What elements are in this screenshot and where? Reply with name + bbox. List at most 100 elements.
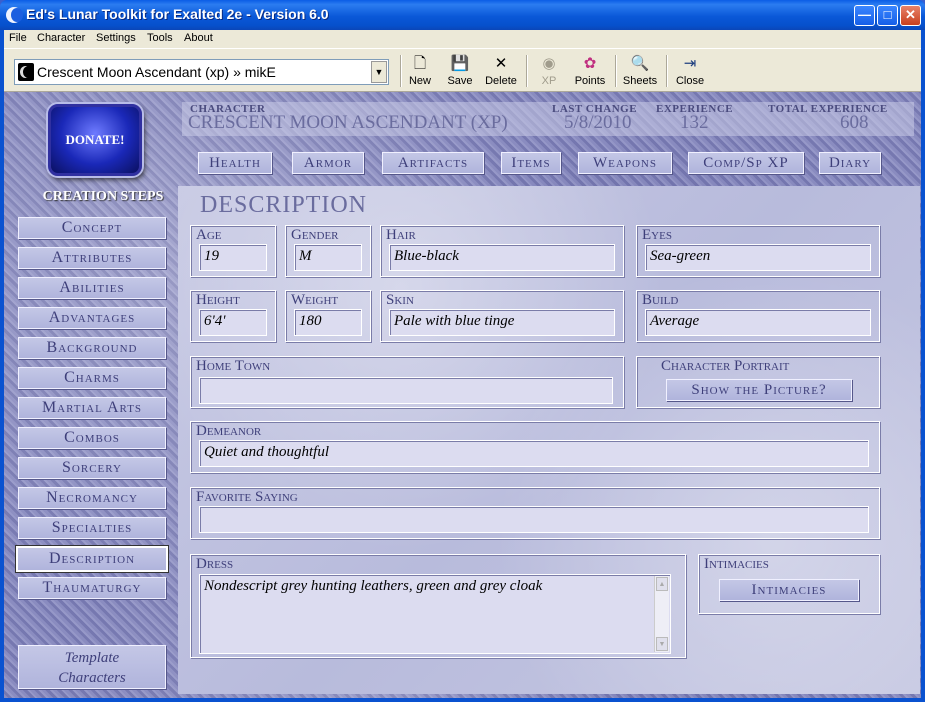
window-frame-bottom	[0, 698, 925, 702]
menu-character[interactable]: Character	[37, 32, 85, 44]
age-field[interactable]: 19	[199, 244, 267, 271]
last-change-value: 5/8/2010	[564, 112, 632, 133]
home-town-field[interactable]	[199, 377, 613, 404]
menu-about[interactable]: About	[184, 32, 213, 44]
menu-file[interactable]: File	[9, 32, 27, 44]
weight-label: Weight	[291, 292, 339, 308]
eyes-box: Eyes Sea-green	[636, 225, 880, 277]
skin-field[interactable]: Pale with blue tinge	[389, 309, 615, 336]
tab-diary[interactable]: Diary	[819, 152, 881, 174]
sheets-search-icon: 🔍	[630, 55, 650, 72]
dress-textarea[interactable]: Nondescript grey hunting leathers, green…	[199, 574, 671, 654]
step-attributes[interactable]: Attributes	[18, 247, 166, 269]
xp-button[interactable]: ◉ XP	[537, 53, 561, 91]
window-frame-right	[921, 30, 925, 702]
total-experience-label: TOTAL EXPERIENCE	[768, 103, 888, 115]
intimacies-button[interactable]: Intimacies	[719, 579, 859, 601]
donate-button[interactable]: DONATE!	[48, 104, 142, 176]
height-label: Height	[196, 292, 240, 308]
show-picture-button[interactable]: Show the Picture?	[666, 379, 852, 401]
toolbar: Crescent Moon Ascendant (xp) » mikE ▼ 🗋 …	[4, 48, 921, 92]
gender-box: Gender M	[285, 225, 371, 277]
favorite-saying-label: Favorite Saying	[196, 489, 298, 505]
points-label: Points	[574, 75, 606, 87]
step-description[interactable]: Description	[16, 546, 168, 572]
favorite-saying-field[interactable]	[199, 506, 869, 533]
hair-label: Hair	[386, 227, 416, 243]
close-label: Close	[675, 75, 705, 87]
dress-label: Dress	[196, 556, 234, 572]
weight-box: Weight 180	[285, 290, 371, 342]
step-concept[interactable]: Concept	[18, 217, 166, 239]
experience-value: 132	[680, 112, 709, 133]
build-box: Build Average	[636, 290, 880, 342]
portrait-label: Character Portrait	[661, 358, 790, 374]
step-necromancy[interactable]: Necromancy	[18, 487, 166, 509]
points-button[interactable]: ✿ Points	[571, 53, 609, 91]
tab-weapons[interactable]: Weapons	[578, 152, 672, 174]
demeanor-field[interactable]: Quiet and thoughtful	[199, 440, 869, 467]
eyes-field[interactable]: Sea-green	[645, 244, 871, 271]
skin-label: Skin	[386, 292, 414, 308]
intimacies-box: Intimacies Intimacies	[698, 554, 880, 614]
app-moon-icon	[6, 7, 23, 23]
home-town-box: Home Town	[190, 356, 624, 408]
step-advantages[interactable]: Advantages	[18, 307, 166, 329]
creation-steps-title: CREATION STEPS	[42, 189, 164, 204]
skin-box: Skin Pale with blue tinge	[380, 290, 624, 342]
tab-armor[interactable]: Armor	[292, 152, 364, 174]
dress-scrollbar[interactable]: ▲ ▼	[654, 576, 669, 652]
new-label: New	[408, 75, 431, 87]
new-button[interactable]: 🗋 New	[406, 53, 434, 91]
delete-button[interactable]: ✕ Delete	[483, 53, 519, 91]
step-specialties[interactable]: Specialties	[18, 517, 166, 539]
gender-label: Gender	[291, 227, 339, 243]
chevron-down-icon[interactable]: ▼	[371, 61, 387, 83]
save-button[interactable]: 💾 Save	[445, 53, 475, 91]
step-combos[interactable]: Combos	[18, 427, 166, 449]
tab-items[interactable]: Items	[501, 152, 561, 174]
height-box: Height 6'4'	[190, 290, 276, 342]
intimacies-label: Intimacies	[704, 556, 769, 572]
menu-settings[interactable]: Settings	[96, 32, 136, 44]
step-abilities[interactable]: Abilities	[18, 277, 166, 299]
character-select[interactable]: Crescent Moon Ascendant (xp) » mikE ▼	[14, 59, 389, 85]
template-label-line1: Template	[64, 650, 120, 666]
dress-box: Dress Nondescript grey hunting leathers,…	[190, 554, 686, 658]
hair-box: Hair Blue-black	[380, 225, 624, 277]
template-characters-button[interactable]: Template Characters	[18, 645, 166, 689]
hair-field[interactable]: Blue-black	[389, 244, 615, 271]
scroll-up-icon[interactable]: ▲	[656, 577, 668, 591]
step-martial-arts[interactable]: Martial Arts	[18, 397, 166, 419]
demeanor-box: Demeanor Quiet and thoughtful	[190, 421, 880, 473]
step-thaumaturgy[interactable]: Thaumaturgy	[18, 577, 166, 599]
home-town-label: Home Town	[196, 358, 271, 374]
weight-field[interactable]: 180	[294, 309, 362, 336]
new-document-icon: 🗋	[413, 55, 427, 72]
minimize-button[interactable]: —	[854, 5, 875, 26]
close-window-button[interactable]: ✕	[900, 5, 921, 26]
xp-label: XP	[541, 75, 557, 87]
step-background[interactable]: Background	[18, 337, 166, 359]
age-box: Age 19	[190, 225, 276, 277]
height-field[interactable]: 6'4'	[199, 309, 267, 336]
maximize-button[interactable]: □	[877, 5, 898, 26]
tab-comp-sp-xp[interactable]: Comp/Sp XP	[688, 152, 804, 174]
exit-door-icon: ⇥	[683, 55, 697, 72]
close-button[interactable]: ⇥ Close	[674, 53, 706, 91]
step-charms[interactable]: Charms	[18, 367, 166, 389]
tab-artifacts[interactable]: Artifacts	[382, 152, 484, 174]
eyes-label: Eyes	[642, 227, 672, 243]
scroll-down-icon[interactable]: ▼	[656, 637, 668, 651]
window-title: Ed's Lunar Toolkit for Exalted 2e - Vers…	[26, 6, 329, 22]
sheets-button[interactable]: 🔍 Sheets	[621, 53, 659, 91]
toolbar-separator	[615, 55, 617, 87]
gender-field[interactable]: M	[294, 244, 362, 271]
menu-tools[interactable]: Tools	[147, 32, 173, 44]
delete-x-icon: ✕	[494, 55, 508, 72]
sheets-label: Sheets	[622, 75, 658, 87]
tab-health[interactable]: Health	[198, 152, 272, 174]
toolbar-separator	[666, 55, 668, 87]
build-field[interactable]: Average	[645, 309, 871, 336]
step-sorcery[interactable]: Sorcery	[18, 457, 166, 479]
